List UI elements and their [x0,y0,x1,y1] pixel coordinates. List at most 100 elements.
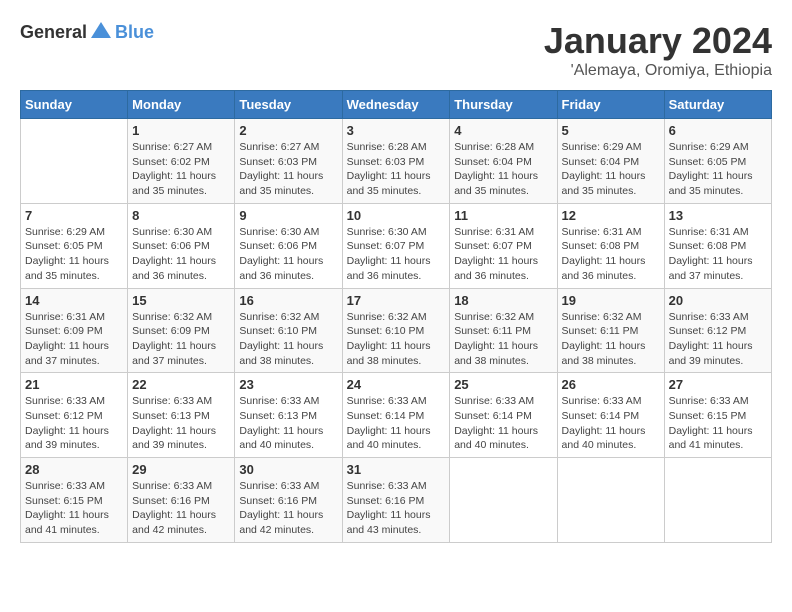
day-detail: Sunrise: 6:27 AMSunset: 6:03 PMDaylight:… [239,141,323,197]
day-number: 19 [562,293,660,308]
day-number: 4 [454,123,552,138]
calendar-cell: 23 Sunrise: 6:33 AMSunset: 6:13 PMDaylig… [235,373,342,458]
calendar-subtitle: 'Alemaya, Oromiya, Ethiopia [544,62,772,80]
day-number: 18 [454,293,552,308]
calendar-cell: 7 Sunrise: 6:29 AMSunset: 6:05 PMDayligh… [21,203,128,288]
day-detail: Sunrise: 6:32 AMSunset: 6:11 PMDaylight:… [454,311,538,367]
calendar-week-row: 21 Sunrise: 6:33 AMSunset: 6:12 PMDaylig… [21,373,772,458]
calendar-cell: 22 Sunrise: 6:33 AMSunset: 6:13 PMDaylig… [128,373,235,458]
calendar-cell: 19 Sunrise: 6:32 AMSunset: 6:11 PMDaylig… [557,288,664,373]
day-number: 10 [347,208,446,223]
day-detail: Sunrise: 6:28 AMSunset: 6:03 PMDaylight:… [347,141,431,197]
day-number: 28 [25,462,123,477]
calendar-cell: 15 Sunrise: 6:32 AMSunset: 6:09 PMDaylig… [128,288,235,373]
day-detail: Sunrise: 6:31 AMSunset: 6:08 PMDaylight:… [669,226,753,282]
day-number: 30 [239,462,337,477]
day-number: 14 [25,293,123,308]
day-number: 17 [347,293,446,308]
day-detail: Sunrise: 6:33 AMSunset: 6:12 PMDaylight:… [669,311,753,367]
day-number: 16 [239,293,337,308]
day-number: 1 [132,123,230,138]
calendar-cell: 8 Sunrise: 6:30 AMSunset: 6:06 PMDayligh… [128,203,235,288]
day-number: 22 [132,377,230,392]
weekday-header-sunday: Sunday [21,91,128,119]
day-number: 12 [562,208,660,223]
calendar-cell: 2 Sunrise: 6:27 AMSunset: 6:03 PMDayligh… [235,119,342,204]
day-detail: Sunrise: 6:31 AMSunset: 6:09 PMDaylight:… [25,311,109,367]
logo-icon [89,20,113,44]
calendar-cell: 11 Sunrise: 6:31 AMSunset: 6:07 PMDaylig… [450,203,557,288]
calendar-week-row: 7 Sunrise: 6:29 AMSunset: 6:05 PMDayligh… [21,203,772,288]
day-detail: Sunrise: 6:33 AMSunset: 6:13 PMDaylight:… [239,395,323,451]
weekday-header-wednesday: Wednesday [342,91,450,119]
day-detail: Sunrise: 6:33 AMSunset: 6:16 PMDaylight:… [132,480,216,536]
day-number: 26 [562,377,660,392]
calendar-week-row: 28 Sunrise: 6:33 AMSunset: 6:15 PMDaylig… [21,458,772,543]
day-detail: Sunrise: 6:33 AMSunset: 6:14 PMDaylight:… [562,395,646,451]
day-number: 23 [239,377,337,392]
calendar-cell: 10 Sunrise: 6:30 AMSunset: 6:07 PMDaylig… [342,203,450,288]
day-detail: Sunrise: 6:29 AMSunset: 6:05 PMDaylight:… [669,141,753,197]
calendar-cell: 3 Sunrise: 6:28 AMSunset: 6:03 PMDayligh… [342,119,450,204]
calendar-cell: 28 Sunrise: 6:33 AMSunset: 6:15 PMDaylig… [21,458,128,543]
calendar-cell: 24 Sunrise: 6:33 AMSunset: 6:14 PMDaylig… [342,373,450,458]
day-number: 5 [562,123,660,138]
day-detail: Sunrise: 6:33 AMSunset: 6:16 PMDaylight:… [239,480,323,536]
day-detail: Sunrise: 6:33 AMSunset: 6:14 PMDaylight:… [347,395,431,451]
calendar-cell: 1 Sunrise: 6:27 AMSunset: 6:02 PMDayligh… [128,119,235,204]
calendar-cell: 27 Sunrise: 6:33 AMSunset: 6:15 PMDaylig… [664,373,771,458]
weekday-header-row: SundayMondayTuesdayWednesdayThursdayFrid… [21,91,772,119]
calendar-week-row: 14 Sunrise: 6:31 AMSunset: 6:09 PMDaylig… [21,288,772,373]
calendar-cell: 4 Sunrise: 6:28 AMSunset: 6:04 PMDayligh… [450,119,557,204]
calendar-cell: 13 Sunrise: 6:31 AMSunset: 6:08 PMDaylig… [664,203,771,288]
day-number: 20 [669,293,767,308]
day-number: 6 [669,123,767,138]
day-number: 3 [347,123,446,138]
calendar-cell [557,458,664,543]
day-detail: Sunrise: 6:32 AMSunset: 6:11 PMDaylight:… [562,311,646,367]
day-detail: Sunrise: 6:33 AMSunset: 6:14 PMDaylight:… [454,395,538,451]
day-number: 11 [454,208,552,223]
calendar-cell: 17 Sunrise: 6:32 AMSunset: 6:10 PMDaylig… [342,288,450,373]
day-detail: Sunrise: 6:27 AMSunset: 6:02 PMDaylight:… [132,141,216,197]
day-number: 7 [25,208,123,223]
day-detail: Sunrise: 6:29 AMSunset: 6:05 PMDaylight:… [25,226,109,282]
day-number: 24 [347,377,446,392]
day-detail: Sunrise: 6:33 AMSunset: 6:12 PMDaylight:… [25,395,109,451]
day-number: 29 [132,462,230,477]
calendar-cell: 21 Sunrise: 6:33 AMSunset: 6:12 PMDaylig… [21,373,128,458]
day-number: 13 [669,208,767,223]
day-number: 21 [25,377,123,392]
day-detail: Sunrise: 6:33 AMSunset: 6:15 PMDaylight:… [25,480,109,536]
calendar-week-row: 1 Sunrise: 6:27 AMSunset: 6:02 PMDayligh… [21,119,772,204]
title-section: January 2024 'Alemaya, Oromiya, Ethiopia [544,20,772,80]
day-detail: Sunrise: 6:29 AMSunset: 6:04 PMDaylight:… [562,141,646,197]
calendar-cell: 9 Sunrise: 6:30 AMSunset: 6:06 PMDayligh… [235,203,342,288]
day-detail: Sunrise: 6:30 AMSunset: 6:06 PMDaylight:… [239,226,323,282]
day-detail: Sunrise: 6:31 AMSunset: 6:08 PMDaylight:… [562,226,646,282]
day-detail: Sunrise: 6:31 AMSunset: 6:07 PMDaylight:… [454,226,538,282]
calendar-cell [21,119,128,204]
calendar-cell: 16 Sunrise: 6:32 AMSunset: 6:10 PMDaylig… [235,288,342,373]
day-number: 2 [239,123,337,138]
logo: General Blue [20,20,154,44]
weekday-header-monday: Monday [128,91,235,119]
calendar-table: SundayMondayTuesdayWednesdayThursdayFrid… [20,90,772,543]
day-number: 15 [132,293,230,308]
weekday-header-saturday: Saturday [664,91,771,119]
day-detail: Sunrise: 6:32 AMSunset: 6:10 PMDaylight:… [239,311,323,367]
day-number: 25 [454,377,552,392]
day-detail: Sunrise: 6:30 AMSunset: 6:06 PMDaylight:… [132,226,216,282]
calendar-title: January 2024 [544,20,772,62]
calendar-cell: 25 Sunrise: 6:33 AMSunset: 6:14 PMDaylig… [450,373,557,458]
calendar-cell: 5 Sunrise: 6:29 AMSunset: 6:04 PMDayligh… [557,119,664,204]
calendar-cell: 14 Sunrise: 6:31 AMSunset: 6:09 PMDaylig… [21,288,128,373]
day-detail: Sunrise: 6:32 AMSunset: 6:09 PMDaylight:… [132,311,216,367]
day-number: 27 [669,377,767,392]
calendar-cell: 20 Sunrise: 6:33 AMSunset: 6:12 PMDaylig… [664,288,771,373]
calendar-cell [450,458,557,543]
day-number: 31 [347,462,446,477]
logo-blue: Blue [115,22,154,42]
calendar-cell [664,458,771,543]
page-header: General Blue January 2024 'Alemaya, Orom… [20,20,772,80]
